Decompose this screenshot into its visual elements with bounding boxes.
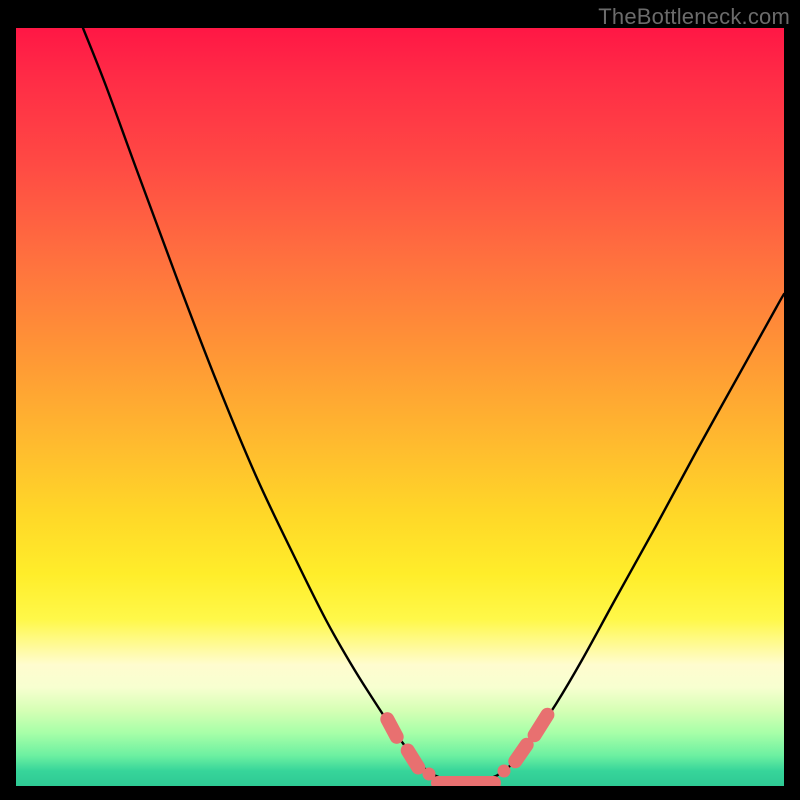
chart-frame: TheBottleneck.com	[0, 0, 800, 800]
right-highlight-upper	[535, 715, 548, 735]
bottleneck-curve	[16, 28, 784, 786]
right-highlight-lower	[515, 745, 526, 761]
watermark-text: TheBottleneck.com	[598, 4, 790, 30]
plot-area	[16, 28, 784, 786]
left-highlight-upper	[387, 719, 396, 737]
right-dot	[498, 765, 511, 778]
left-highlight-lower	[408, 751, 419, 768]
markers-group	[387, 715, 547, 783]
curve-path	[83, 28, 784, 783]
